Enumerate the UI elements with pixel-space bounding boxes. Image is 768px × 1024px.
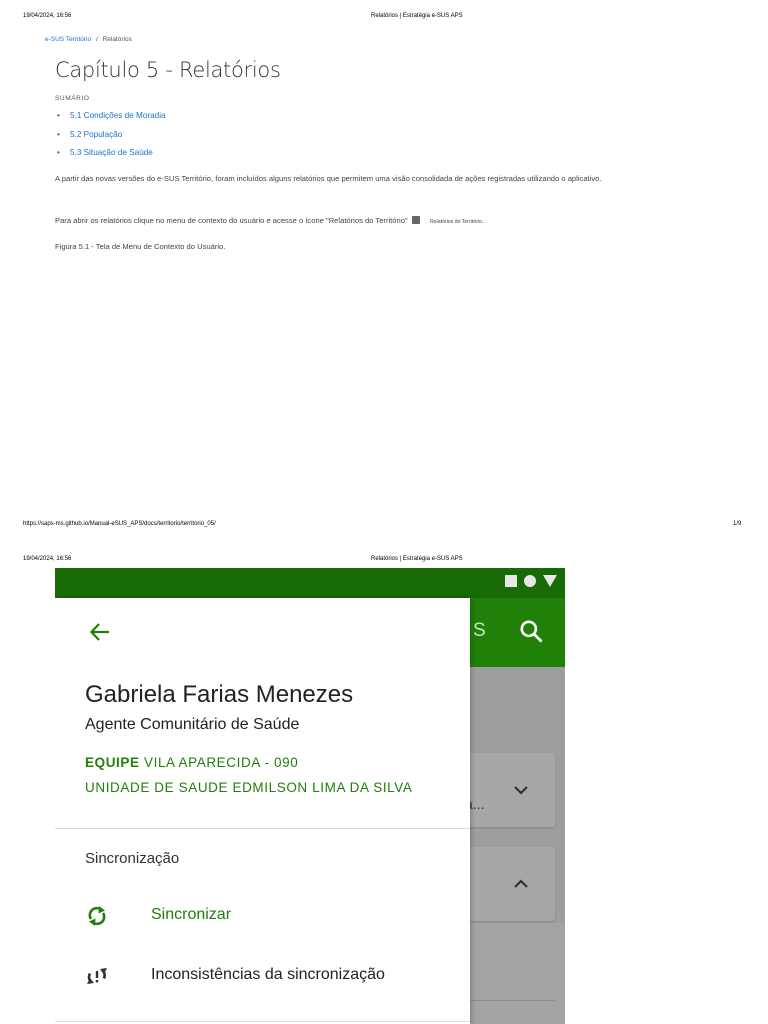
intro-paragraph: A partir das novas versões do e-SUS Terr… <box>55 174 602 183</box>
print-title-page2: Relatórios | Estratégia e-SUS APS <box>371 556 463 562</box>
breadcrumb: e-SUS Território / Relatórios <box>45 36 132 43</box>
user-context-drawer: Gabriela Farias Menezes Agente Comunitár… <box>55 598 470 1024</box>
instructions-text: Para abrir os relatórios clique no menu … <box>55 216 408 225</box>
print-datetime-page2: 19/04/2024, 16:56 <box>23 556 72 562</box>
toc-item[interactable]: • 5.2 População <box>57 129 166 148</box>
bullet-icon: • <box>57 148 60 157</box>
collapsed-card[interactable] <box>460 753 555 827</box>
toc-link[interactable]: 5.1 Condições de Moradia <box>70 111 166 120</box>
team-info: EQUIPE VILA APARECIDA - 090 <box>85 755 298 770</box>
arrow-back-icon[interactable] <box>88 620 112 644</box>
summary-label: SUMÁRIO <box>55 95 90 102</box>
team-label: EQUIPE <box>85 755 140 770</box>
status-bar <box>55 568 565 598</box>
drawer-divider-bottom <box>55 1021 470 1022</box>
app-bar-title-partial: S <box>473 620 486 641</box>
list-background <box>460 923 565 1024</box>
instructions-end: . <box>482 216 485 225</box>
breadcrumb-root-link[interactable]: e-SUS Território <box>45 36 91 43</box>
health-unit-name: UNIDADE DE SAUDE EDMILSON LIMA DA SILVA <box>85 780 413 795</box>
breadcrumb-separator: / <box>95 36 98 43</box>
report-icon <box>411 216 420 224</box>
expanded-card[interactable] <box>460 847 555 921</box>
menu-item-sync-inconsistencies[interactable]: Inconsistências da sincronização <box>151 966 385 984</box>
figure-app-screenshot: S a... Gabriela Farias Menezes Agente Co… <box>55 568 565 1024</box>
chevron-down-icon[interactable] <box>510 783 532 797</box>
sync-problem-icon[interactable] <box>85 964 109 988</box>
bullet-icon: • <box>57 129 60 139</box>
print-page-number: 1/9 <box>733 521 742 527</box>
menu-item-sync[interactable]: Sincronizar <box>151 906 231 924</box>
toc-item[interactable]: • 5.1 Condições de Moradia <box>57 110 166 129</box>
figure-caption: Figura 5.1 - Tela de Menu de Contexto do… <box>55 242 226 251</box>
list-divider <box>460 1000 555 1001</box>
toc-link[interactable]: 5.3 Situação de Saúde <box>70 148 153 157</box>
recent-apps-icon <box>505 575 517 587</box>
bullet-icon: • <box>57 111 60 120</box>
chevron-up-icon[interactable] <box>510 877 532 891</box>
breadcrumb-current: Relatórios <box>102 36 132 43</box>
sync-icon[interactable] <box>85 904 109 928</box>
section-sync-header: Sincronização <box>85 850 180 867</box>
report-icon-label: Relatórios do Território <box>429 219 482 225</box>
home-icon <box>524 575 536 587</box>
team-name: VILA APARECIDA - 090 <box>143 755 299 770</box>
print-datetime: 19/04/2024, 16:56 <box>23 13 72 19</box>
print-url: https://saps-ms.github.io/Manual-eSUS_AP… <box>23 521 216 527</box>
toc-link[interactable]: 5.2 População <box>70 130 122 139</box>
drawer-divider <box>55 828 470 829</box>
back-triangle-icon <box>543 575 557 587</box>
user-name: Gabriela Farias Menezes <box>85 681 354 708</box>
user-role: Agente Comunitário de Saúde <box>85 716 300 733</box>
table-of-contents: • 5.1 Condições de Moradia • 5.2 População… <box>57 110 166 166</box>
status-icons <box>505 575 557 587</box>
search-icon[interactable] <box>518 618 544 644</box>
toc-item[interactable]: • 5.3 Situação de Saúde <box>57 147 166 166</box>
instructions-paragraph: Para abrir os relatórios clique no menu … <box>55 215 725 228</box>
print-title: Relatórios | Estratégia e-SUS APS <box>371 13 463 19</box>
page-title: Capítulo 5 - Relatórios <box>55 58 281 82</box>
